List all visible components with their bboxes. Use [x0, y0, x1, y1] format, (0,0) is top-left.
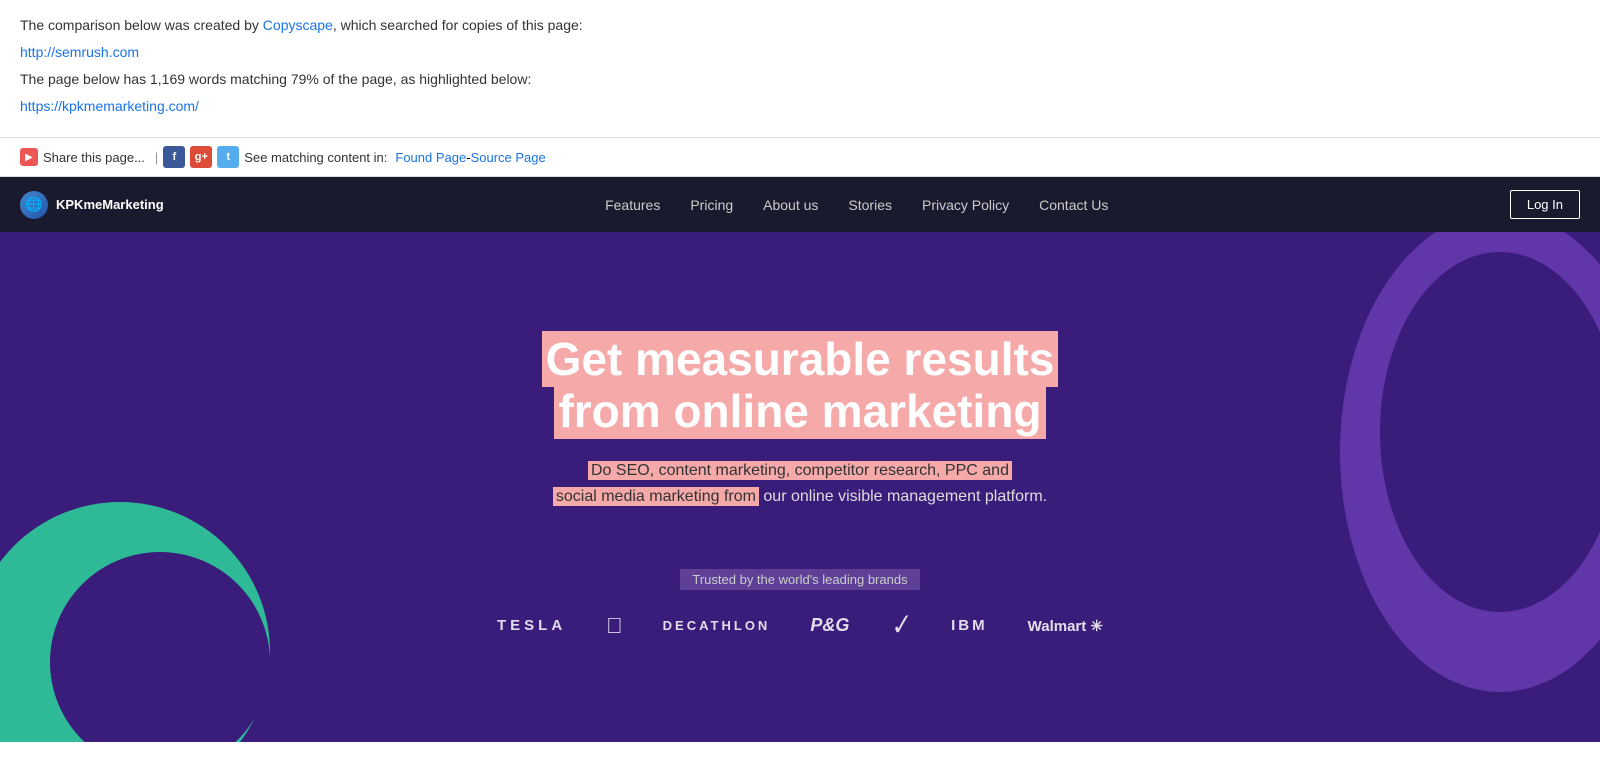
copyscape-info-bar: The comparison below was created by Copy… — [0, 0, 1600, 138]
twitter-icon[interactable]: t — [217, 146, 239, 168]
brand-apple:  — [606, 613, 623, 639]
hero-subtitle: Do SEO, content marketing, competitor re… — [542, 458, 1059, 509]
nav-privacy[interactable]: Privacy Policy — [922, 197, 1009, 213]
pipe-separator: | — [155, 150, 158, 165]
source-page-link[interactable]: Source Page — [471, 150, 546, 165]
brand-walmart: Walmart ✳ — [1028, 617, 1103, 635]
share-text: Share this page... — [43, 150, 145, 165]
found-url-link[interactable]: https://kpkmemarketing.com/ — [20, 98, 199, 114]
copyscape-link[interactable]: Copyscape — [263, 17, 333, 33]
brand-ibm: IBM — [951, 617, 988, 634]
brands-row: TESLA  DECATHLON P&G ✓ IBM Walmart ✳ — [497, 610, 1103, 641]
brand-nike: ✓ — [886, 608, 915, 644]
share-bar: ▶ Share this page... | f g+ t See matchi… — [0, 138, 1600, 177]
nav-pricing[interactable]: Pricing — [690, 197, 733, 213]
hero-title-line1: Get measurable results — [542, 331, 1059, 387]
nav-about[interactable]: About us — [763, 197, 818, 213]
found-url-line: https://kpkmemarketing.com/ — [20, 96, 1580, 117]
nav-contact[interactable]: Contact Us — [1039, 197, 1108, 213]
nav-stories[interactable]: Stories — [848, 197, 892, 213]
nav-links: Features Pricing About us Stories Privac… — [204, 197, 1510, 213]
match-info: The page below has 1,169 words matching … — [20, 69, 1580, 90]
source-url-link[interactable]: http://semrush.com — [20, 44, 139, 60]
hero-subtitle-part2: social media marketing from — [553, 487, 759, 506]
hero-subtitle-part1: Do SEO, content marketing, competitor re… — [588, 461, 1012, 480]
logo-area: 🌐 KPKmeMarketing — [20, 191, 164, 219]
brands-label: Trusted by the world's leading brands — [680, 569, 919, 590]
site-nav: 🌐 KPKmeMarketing Features Pricing About … — [0, 177, 1600, 232]
nav-features[interactable]: Features — [605, 197, 660, 213]
hero-subtitle-part3: our online visible management platform. — [759, 488, 1047, 505]
brand-decathlon: DECATHLON — [663, 618, 771, 633]
login-button[interactable]: Log In — [1510, 190, 1580, 219]
copyscape-intro: The comparison below was created by Copy… — [20, 15, 1580, 36]
hero-title-line2: from online marketing — [554, 383, 1045, 439]
brand-pg: P&G — [810, 615, 849, 636]
source-url-line: http://semrush.com — [20, 42, 1580, 63]
brand-tesla: TESLA — [497, 617, 566, 634]
share-icon: ▶ — [20, 148, 38, 166]
logo-globe-icon: 🌐 — [20, 191, 48, 219]
social-icons: f g+ t — [163, 146, 239, 168]
logo-text: KPKmeMarketing — [56, 197, 164, 212]
brands-section: Trusted by the world's leading brands TE… — [497, 569, 1103, 641]
hero-title: Get measurable results from online marke… — [542, 333, 1059, 439]
hero-section: Get measurable results from online marke… — [0, 232, 1600, 742]
hero-content: Get measurable results from online marke… — [542, 333, 1059, 550]
found-page-link[interactable]: Found Page — [395, 150, 466, 165]
googleplus-icon[interactable]: g+ — [190, 146, 212, 168]
facebook-icon[interactable]: f — [163, 146, 185, 168]
matching-label: See matching content in: — [244, 150, 387, 165]
